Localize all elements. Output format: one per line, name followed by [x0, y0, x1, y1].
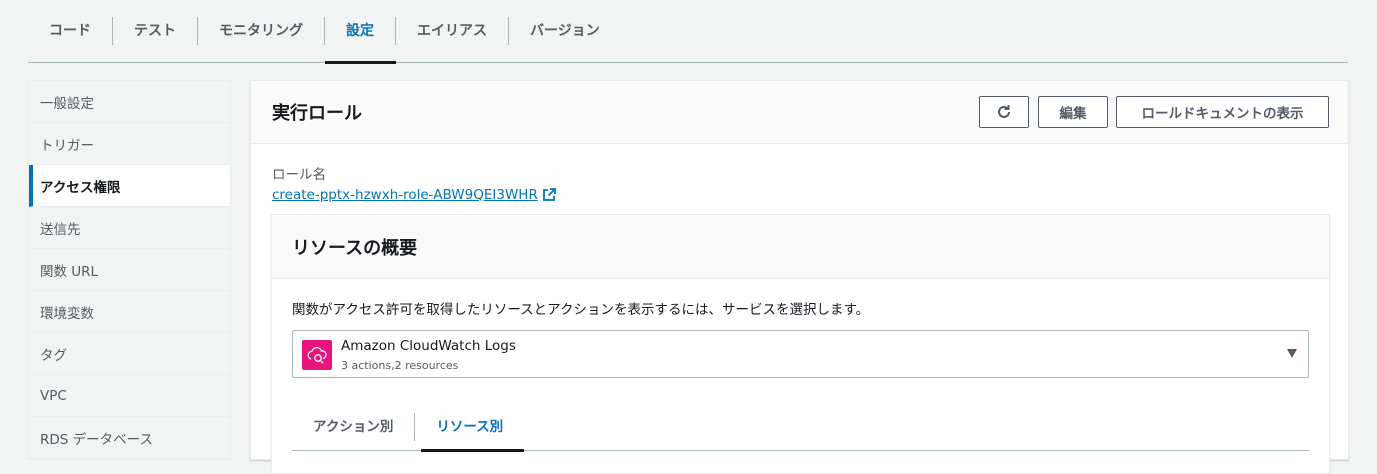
execution-role-panel: 実行ロール 編集 ロールドキュメントの表示 ロール名 create-pptx-h…	[250, 80, 1349, 474]
resource-summary-title: リソースの概要	[292, 238, 418, 259]
tab-label: アクション別	[292, 412, 416, 441]
edit-button[interactable]: 編集	[1038, 96, 1108, 128]
sidebar-item-permissions[interactable]: アクセス権限	[29, 165, 230, 207]
sidebar-item-env-vars[interactable]: 環境変数	[29, 291, 230, 333]
view-role-document-button[interactable]: ロールドキュメントの表示	[1116, 96, 1329, 128]
tab-label: バージョン	[530, 23, 600, 39]
refresh-icon	[998, 105, 1010, 118]
caret-down-icon	[1287, 349, 1297, 358]
config-tab-bar: コード テスト モニタリング 設定 エイリアス バージョン	[28, 0, 1348, 64]
sidebar-item-vpc[interactable]: VPC	[29, 375, 230, 417]
sidebar-item-general[interactable]: 一般設定	[29, 81, 230, 123]
role-name-label: ロール名	[272, 167, 326, 183]
tab-versions[interactable]: バージョン	[509, 0, 621, 62]
selected-service-name: Amazon CloudWatch Logs	[341, 338, 516, 354]
sidebar-item-function-url[interactable]: 関数 URL	[29, 249, 230, 291]
panel-title: 実行ロール	[272, 103, 362, 124]
tab-label: リソース別	[436, 418, 504, 435]
config-sidebar: 一般設定 トリガー アクセス権限 送信先 関数 URL 環境変数 タグ VPC …	[28, 80, 231, 460]
tab-label: テスト	[113, 17, 198, 45]
tab-by-action[interactable]: アクション別	[292, 403, 416, 450]
tab-label: モニタリング	[198, 17, 325, 45]
refresh-button[interactable]	[979, 96, 1029, 128]
tab-monitoring[interactable]: モニタリング	[198, 0, 325, 62]
sidebar-item-triggers[interactable]: トリガー	[29, 123, 230, 165]
role-name-text: create-pptx-hzwxh-role-ABW9QEI3WHR	[272, 187, 538, 203]
tab-configuration[interactable]: 設定	[325, 0, 396, 64]
resource-summary-description: 関数がアクセス許可を取得したリソースとアクションを表示するには、サービスを選択し…	[292, 302, 870, 318]
tab-label: コード	[28, 17, 113, 45]
cloudwatch-logs-icon	[302, 340, 332, 370]
resource-summary-container: リソースの概要 関数がアクセス許可を取得したリソースとアクションを表示するには、…	[271, 214, 1330, 474]
tab-test[interactable]: テスト	[113, 0, 198, 62]
tab-by-resource[interactable]: リソース別	[415, 403, 524, 452]
tab-label: エイリアス	[396, 17, 509, 45]
sidebar-item-tags[interactable]: タグ	[29, 333, 230, 375]
role-name-link[interactable]: create-pptx-hzwxh-role-ABW9QEI3WHR	[272, 187, 556, 203]
external-link-icon	[542, 188, 556, 201]
sidebar-item-destinations[interactable]: 送信先	[29, 207, 230, 249]
tab-aliases[interactable]: エイリアス	[396, 0, 509, 62]
sidebar-item-rds[interactable]: RDS データベース	[29, 417, 230, 459]
selected-service-detail: 3 actions,2 resources	[341, 359, 459, 372]
service-select[interactable]: Amazon CloudWatch Logs 3 actions,2 resou…	[292, 330, 1309, 378]
panel-header: 実行ロール 編集 ロールドキュメントの表示	[251, 81, 1348, 144]
tab-code[interactable]: コード	[28, 0, 113, 62]
resource-view-tabs: アクション別 リソース別	[292, 403, 1309, 452]
resource-summary-header: リソースの概要	[272, 215, 1329, 279]
tab-label: 設定	[325, 17, 396, 45]
